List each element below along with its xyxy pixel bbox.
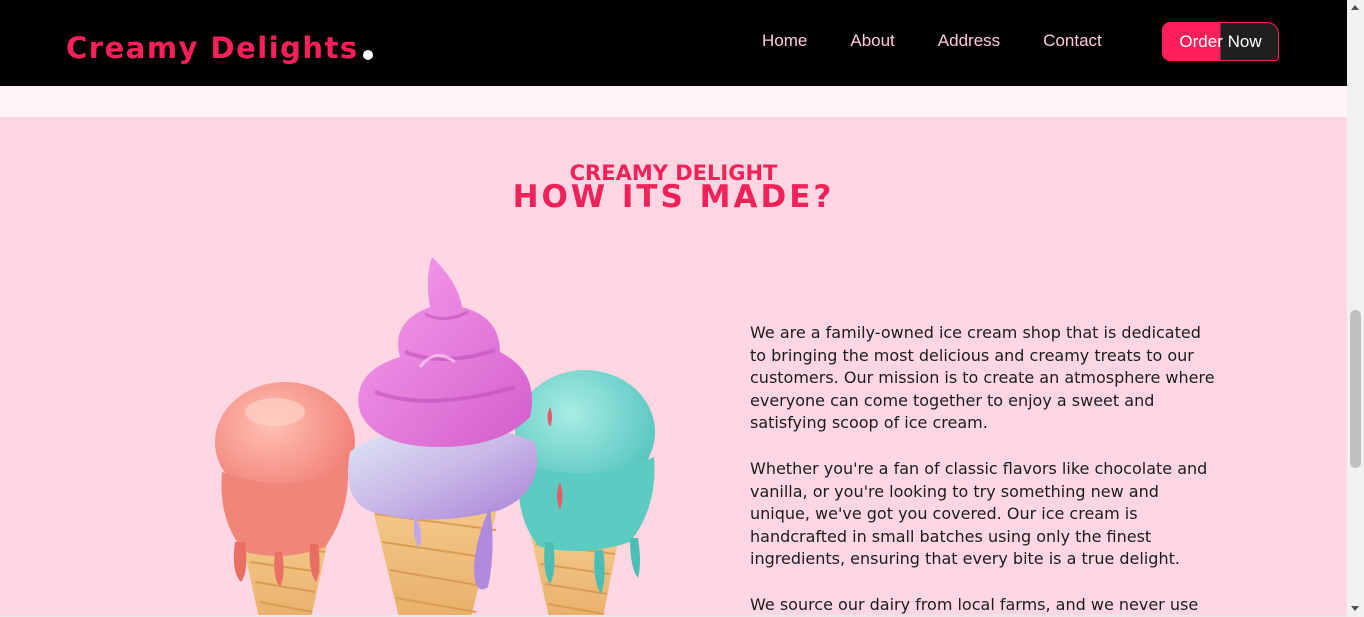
nav-link-address[interactable]: Address: [938, 31, 1000, 51]
paragraph-sourcing: We source our dairy from local farms, an…: [750, 594, 1199, 614]
how-its-made-section: CREAMY DELIGHT HOW ITS MADE? We are a fa…: [0, 117, 1347, 617]
order-now-button[interactable]: Order Now: [1162, 22, 1279, 61]
section-text: We are a family-owned ice cream shop tha…: [750, 322, 1220, 617]
nav-link-about[interactable]: About: [850, 31, 894, 51]
ice-cream-cones-image: [215, 257, 655, 617]
site-header: Creamy Delights Home About Address Conta…: [0, 0, 1347, 86]
logo-text: Creamy Delights: [66, 31, 359, 65]
scroll-thumb[interactable]: [1350, 310, 1361, 468]
main-nav: Home About Address Contact: [762, 31, 1145, 51]
paragraph-intro: We are a family-owned ice cream shop tha…: [750, 323, 1215, 433]
site-logo[interactable]: Creamy Delights: [66, 34, 373, 63]
header-spacer-strip: [0, 86, 1347, 117]
paragraph-flavors: Whether you're a fan of classic flavors …: [750, 458, 1208, 569]
nav-link-contact[interactable]: Contact: [1043, 31, 1102, 51]
nav-link-home[interactable]: Home: [762, 31, 807, 51]
scroll-down-arrow-icon[interactable]: [1351, 606, 1359, 611]
vertical-scrollbar[interactable]: [1347, 0, 1364, 617]
scroll-up-arrow-icon[interactable]: [1351, 5, 1359, 10]
logo-dot-icon: [362, 50, 373, 60]
section-headline: HOW ITS MADE?: [512, 179, 835, 215]
page: Creamy Delights Home About Address Conta…: [0, 0, 1364, 617]
